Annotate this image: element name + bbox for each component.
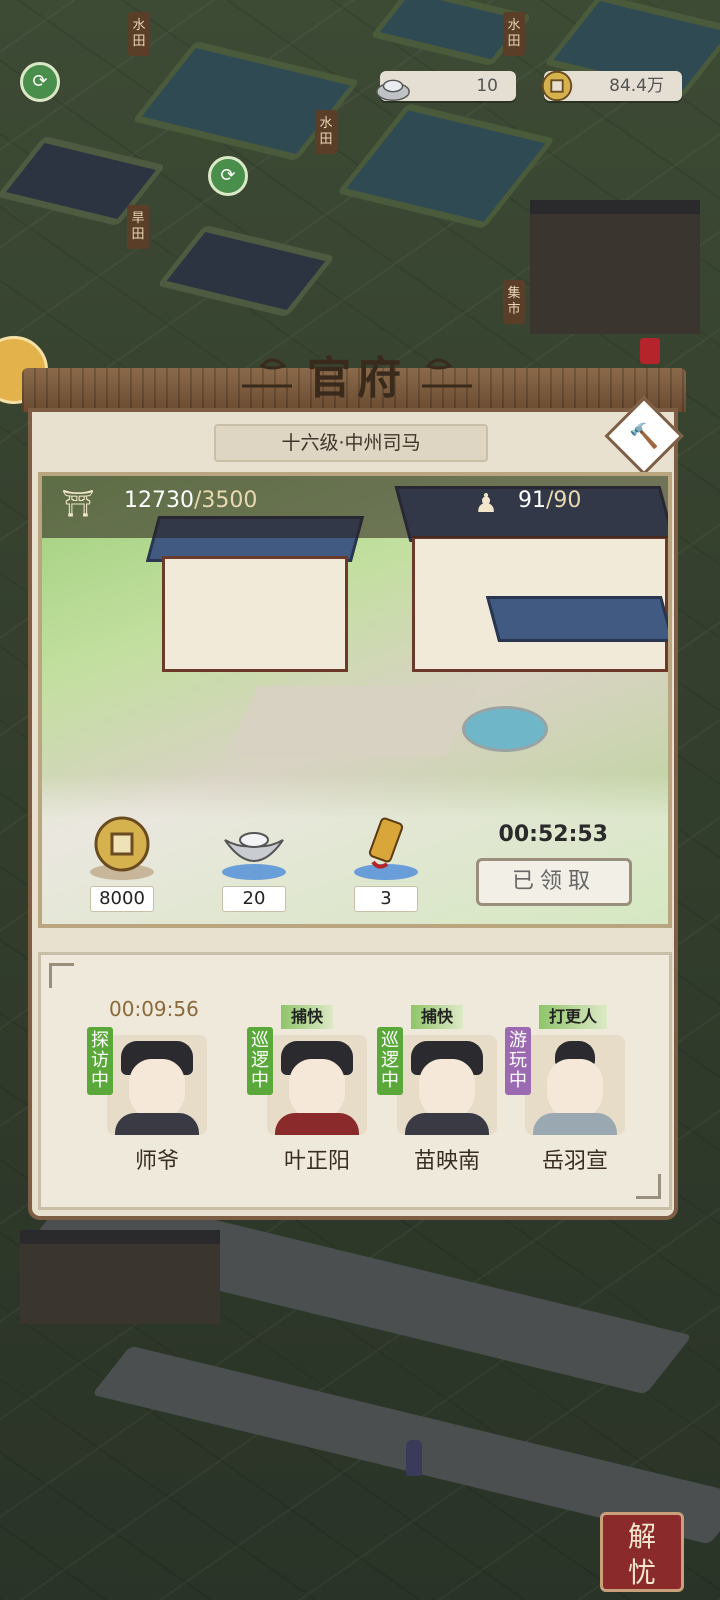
staff-card[interactable]: 捕快 巡逻中 叶正阳 (247, 1005, 367, 1174)
reward-silver[interactable]: 20 (214, 812, 294, 912)
office-scene[interactable]: ⛩ 12730/3500 ♟ 91/90 8000 20 3 00:52:53 … (38, 472, 672, 928)
role-label: 捕快 (281, 1005, 334, 1029)
staff-section: 00:09:56 探访中 师爷 捕快 巡逻中 叶正阳 捕快 巡 逻 中 苗映南 … (38, 952, 672, 1210)
main-hall (162, 556, 348, 672)
collect-timer: 00:52:53 (498, 822, 608, 847)
copper-coin-icon (90, 816, 154, 880)
silver-ingot-icon (222, 832, 286, 880)
jieyou-button[interactable]: 解 忧 (600, 1512, 684, 1592)
staff-portrait (267, 1035, 367, 1135)
token-icon (354, 817, 418, 880)
silver-counter[interactable]: 10 (376, 71, 516, 101)
copper-coin-icon (541, 70, 573, 102)
dry-field[interactable] (156, 224, 336, 318)
panel-title: 官府 (307, 353, 407, 404)
harvest-ready-icon[interactable]: ⟳ (20, 62, 60, 102)
hammer-icon: 🔨 (629, 422, 659, 450)
status-tag: 探访中 (87, 1027, 113, 1095)
prestige-max: /3500 (194, 488, 258, 513)
prestige-stat: 12730/3500 (124, 488, 257, 513)
staff-portrait (107, 1035, 207, 1135)
reward-coins[interactable]: 8000 (82, 812, 162, 912)
population-icon: ♟ (474, 489, 498, 519)
face (129, 1059, 185, 1119)
government-office-panel: 官府 十六级·中州司马 🔨 ⛩ 12730/3500 ♟ 91/90 8000 … (22, 338, 686, 1220)
upgrade-hammer-button[interactable]: 🔨 (604, 396, 684, 476)
pavilion-icon: ⛩ (61, 489, 95, 519)
status-tag: 游玩中 (505, 1027, 531, 1095)
role-label: 捕快 (411, 1005, 464, 1029)
staff-name: 叶正阳 (283, 1149, 350, 1174)
coin-counter[interactable]: 84.4万 (541, 70, 682, 102)
field-sign: 水田 (503, 12, 525, 56)
staff-portrait (397, 1035, 497, 1135)
staff-card[interactable]: 打更人 游玩中 岳羽宣 (505, 1005, 625, 1174)
panel-body: 十六级·中州司马 🔨 ⛩ 12730/3500 ♟ 91/90 8000 20 … (28, 396, 684, 1220)
claimed-button[interactable]: 已领取 (476, 858, 632, 906)
silver-value: 10 (476, 76, 498, 96)
role-label: 打更人 (539, 1005, 608, 1029)
staff-portrait (525, 1035, 625, 1135)
market-building[interactable] (530, 200, 700, 334)
reward-value: 20 (222, 886, 286, 912)
stats-bar: ⛩ 12730/3500 ♟ 91/90 (42, 476, 668, 538)
prestige-current: 12730 (124, 488, 194, 513)
robe (115, 1113, 199, 1135)
field-sign: 旱田 (127, 205, 149, 249)
jieyou-label: 忧 (627, 1556, 656, 1589)
staff-name: 师爷 (134, 1149, 179, 1174)
corner-ornament (49, 963, 74, 988)
building-roof (485, 596, 668, 642)
rank-label: 十六级·中州司马 (214, 424, 488, 462)
robe (405, 1113, 489, 1135)
title-plaque: 官府 (232, 336, 660, 412)
pond (462, 706, 548, 752)
corner-ornament (636, 1174, 661, 1199)
silver-ingot-icon (376, 79, 410, 101)
coin-value: 84.4万 (609, 76, 664, 96)
status-tag: 巡逻中 (247, 1027, 273, 1095)
population-stat: 91/90 (518, 488, 581, 513)
reward-value: 8000 (90, 886, 154, 912)
robe (275, 1113, 359, 1135)
status-tag: 巡逻中 (377, 1027, 403, 1095)
field-sign: 水田 (128, 12, 150, 56)
courtyard (225, 686, 479, 756)
staff-timer: 00:09:56 (109, 997, 199, 1021)
paddy-field[interactable] (336, 103, 556, 229)
field-sign: 水田 (315, 110, 337, 154)
face (289, 1059, 345, 1119)
villager-sprite[interactable] (406, 1440, 422, 1476)
market-sign: 集市 (503, 280, 525, 324)
staff-name: 岳羽宣 (541, 1149, 608, 1174)
reward-token[interactable]: 3 (346, 812, 426, 912)
staff-card[interactable]: 捕快 巡逻中 苗映南 (377, 1005, 497, 1174)
jieyou-label: 解 (627, 1520, 656, 1553)
population-current: 91 (518, 488, 546, 513)
house-building[interactable] (20, 1230, 220, 1324)
face (419, 1059, 475, 1119)
face (547, 1059, 603, 1119)
population-max: /90 (546, 488, 582, 513)
reward-value: 3 (354, 886, 418, 912)
harvest-ready-icon[interactable]: ⟳ (208, 156, 248, 196)
staff-card[interactable]: 探访中 师爷 (87, 1027, 207, 1174)
robe (533, 1113, 617, 1135)
staff-name: 苗映南 (413, 1149, 480, 1174)
seal-stamp (640, 338, 660, 364)
